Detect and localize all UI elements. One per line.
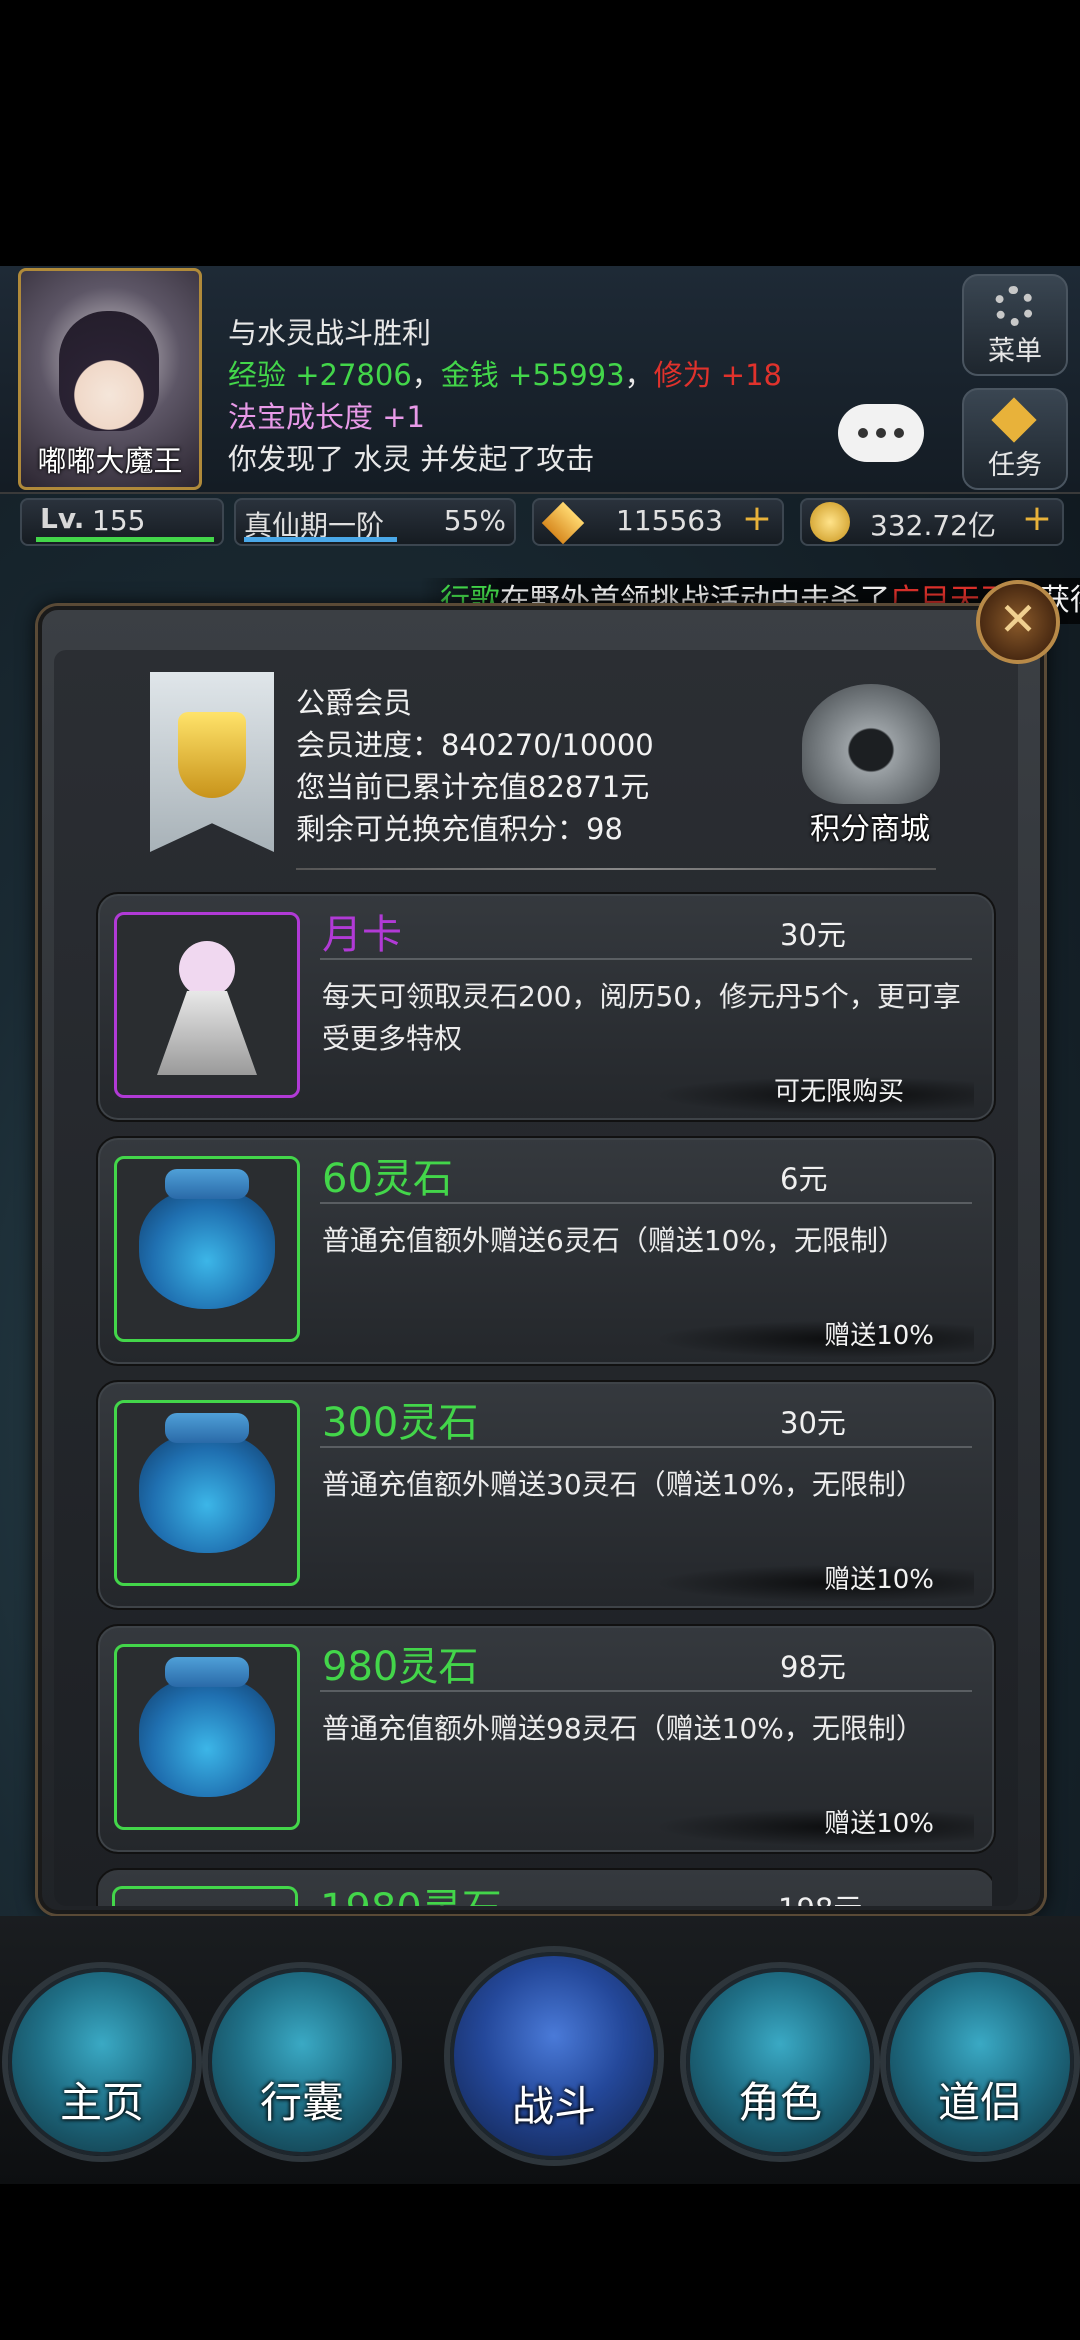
add-gold-button[interactable]: + <box>1022 498 1052 539</box>
product-price: 6元 <box>780 1162 828 1196</box>
spirit-stone-bag-icon <box>114 1400 300 1586</box>
nav-home[interactable]: 主页 <box>8 1968 196 2156</box>
level-box: Lv. 155 <box>20 498 224 546</box>
product-60-spirit-stones[interactable]: 60灵石 6元 普通充值额外赠送6灵石（赠送10%，无限制） 赠送10% <box>96 1136 996 1366</box>
product-description: 每天可领取灵石200，阅历50，修元丹5个，更可享受更多特权 <box>322 980 961 1055</box>
gold-coin-icon <box>810 502 850 542</box>
product-title: 月卡 <box>322 912 402 958</box>
product-title: 980灵石 <box>322 1644 479 1690</box>
gold-count: 332.72亿 <box>870 509 996 542</box>
ghost-icon <box>114 912 300 1098</box>
nav-bag[interactable]: 行囊 <box>208 1968 396 2156</box>
close-icon: ✕ <box>998 592 1038 646</box>
diamond-icon <box>991 397 1037 443</box>
task-button[interactable]: 任务 <box>962 388 1068 490</box>
cultivation-gain: 修为 +18 <box>653 358 783 392</box>
chat-bubble-icon[interactable] <box>838 404 924 462</box>
vip-rank: 公爵会员 <box>296 686 413 720</box>
log-separator: ， <box>411 358 441 392</box>
realm-box: 真仙期一阶 55% <box>234 498 516 546</box>
nav-label: 行囊 <box>259 2078 344 2127</box>
close-button[interactable]: ✕ <box>976 580 1060 664</box>
money-gain: 金钱 +55993 <box>440 358 625 392</box>
product-price: 30元 <box>780 1406 846 1440</box>
product-title: 60灵石 <box>322 1156 453 1202</box>
add-gems-button[interactable]: + <box>742 498 772 539</box>
divider <box>320 958 972 960</box>
product-title: 300灵石 <box>322 1400 479 1446</box>
product-price: 98元 <box>780 1650 846 1684</box>
product-bonus: 赠送10% <box>824 1321 934 1351</box>
product-bonus: 赠送10% <box>824 1565 934 1595</box>
menu-button[interactable]: 菜单 <box>962 274 1068 376</box>
task-label: 任务 <box>988 450 1042 481</box>
nav-battle[interactable]: 战斗 <box>450 1952 658 2160</box>
divider <box>296 868 936 870</box>
divider <box>320 1202 972 1204</box>
points-shop-icon[interactable] <box>802 684 940 804</box>
nav-companion[interactable]: 道侣 <box>886 1968 1074 2156</box>
vip-crest-icon <box>178 712 246 798</box>
level-exp-bar <box>36 537 214 542</box>
vip-points: 剩余可兑换充值积分：98 <box>296 812 623 846</box>
nav-label: 道侣 <box>937 2078 1022 2127</box>
nav-label: 角色 <box>737 2078 822 2127</box>
product-description: 普通充值额外赠送98灵石（赠送10%，无限制） <box>322 1712 924 1745</box>
gem-icon <box>541 501 585 545</box>
exp-gain: 经验 +27806 <box>228 358 412 392</box>
vip-progress: 会员进度：840270/10000 <box>296 728 654 762</box>
gem-box: 115563 + <box>532 498 784 546</box>
divider <box>320 1446 972 1448</box>
battle-log-line-4: 你发现了 水灵 并发起了攻击 <box>228 442 595 476</box>
gear-icon <box>994 286 1034 326</box>
product-description: 普通充值额外赠送6灵石（赠送10%，无限制） <box>322 1224 907 1257</box>
product-price: 30元 <box>780 918 846 952</box>
level-value: 155 <box>92 504 146 537</box>
product-description: 普通充值额外赠送30灵石（赠送10%，无限制） <box>322 1468 924 1501</box>
realm-progress-text: 55% <box>443 504 506 537</box>
menu-label: 菜单 <box>988 336 1042 367</box>
nav-character[interactable]: 角色 <box>686 1968 874 2156</box>
product-note: 可无限购买 <box>773 1077 904 1107</box>
vip-total-recharge: 您当前已累计充值82871元 <box>296 770 650 804</box>
log-separator: ， <box>624 358 654 392</box>
spirit-stone-bag-icon <box>112 1886 298 1906</box>
product-980-spirit-stones[interactable]: 980灵石 98元 普通充值额外赠送98灵石（赠送10%，无限制） 赠送10% <box>96 1624 996 1854</box>
divider <box>320 1690 972 1692</box>
realm-progress-bar <box>244 537 397 542</box>
product-300-spirit-stones[interactable]: 300灵石 30元 普通充值额外赠送30灵石（赠送10%，无限制） 赠送10% <box>96 1380 996 1610</box>
gem-count: 115563 <box>616 504 723 537</box>
player-name: 嘟嘟大魔王 <box>37 444 183 478</box>
battle-log-line-1: 与水灵战斗胜利 <box>228 316 432 350</box>
spirit-stone-bag-icon <box>114 1644 300 1830</box>
product-bonus: 赠送10% <box>824 1809 934 1839</box>
product-monthly-card[interactable]: 月卡 30元 每天可领取灵石200，阅历50，修元丹5个，更可享受更多特权 可无… <box>96 892 996 1122</box>
points-shop-label[interactable]: 积分商城 <box>790 804 950 848</box>
gold-box: 332.72亿 + <box>800 498 1064 546</box>
nav-label: 主页 <box>59 2078 144 2127</box>
product-1980-spirit-stones[interactable]: 1980灵石 198元 <box>96 1868 992 1906</box>
product-price: 198元 <box>778 1886 862 1906</box>
battle-log-treasure: 法宝成长度 +1 <box>228 400 425 434</box>
nav-label: 战斗 <box>511 2082 596 2131</box>
battle-log-rewards: 经验 +27806，金钱 +55993，修为 +18 <box>228 352 782 394</box>
spirit-stone-bag-icon <box>114 1156 300 1342</box>
product-title: 1980灵石 <box>320 1876 502 1906</box>
level-label: Lv. <box>40 502 85 535</box>
